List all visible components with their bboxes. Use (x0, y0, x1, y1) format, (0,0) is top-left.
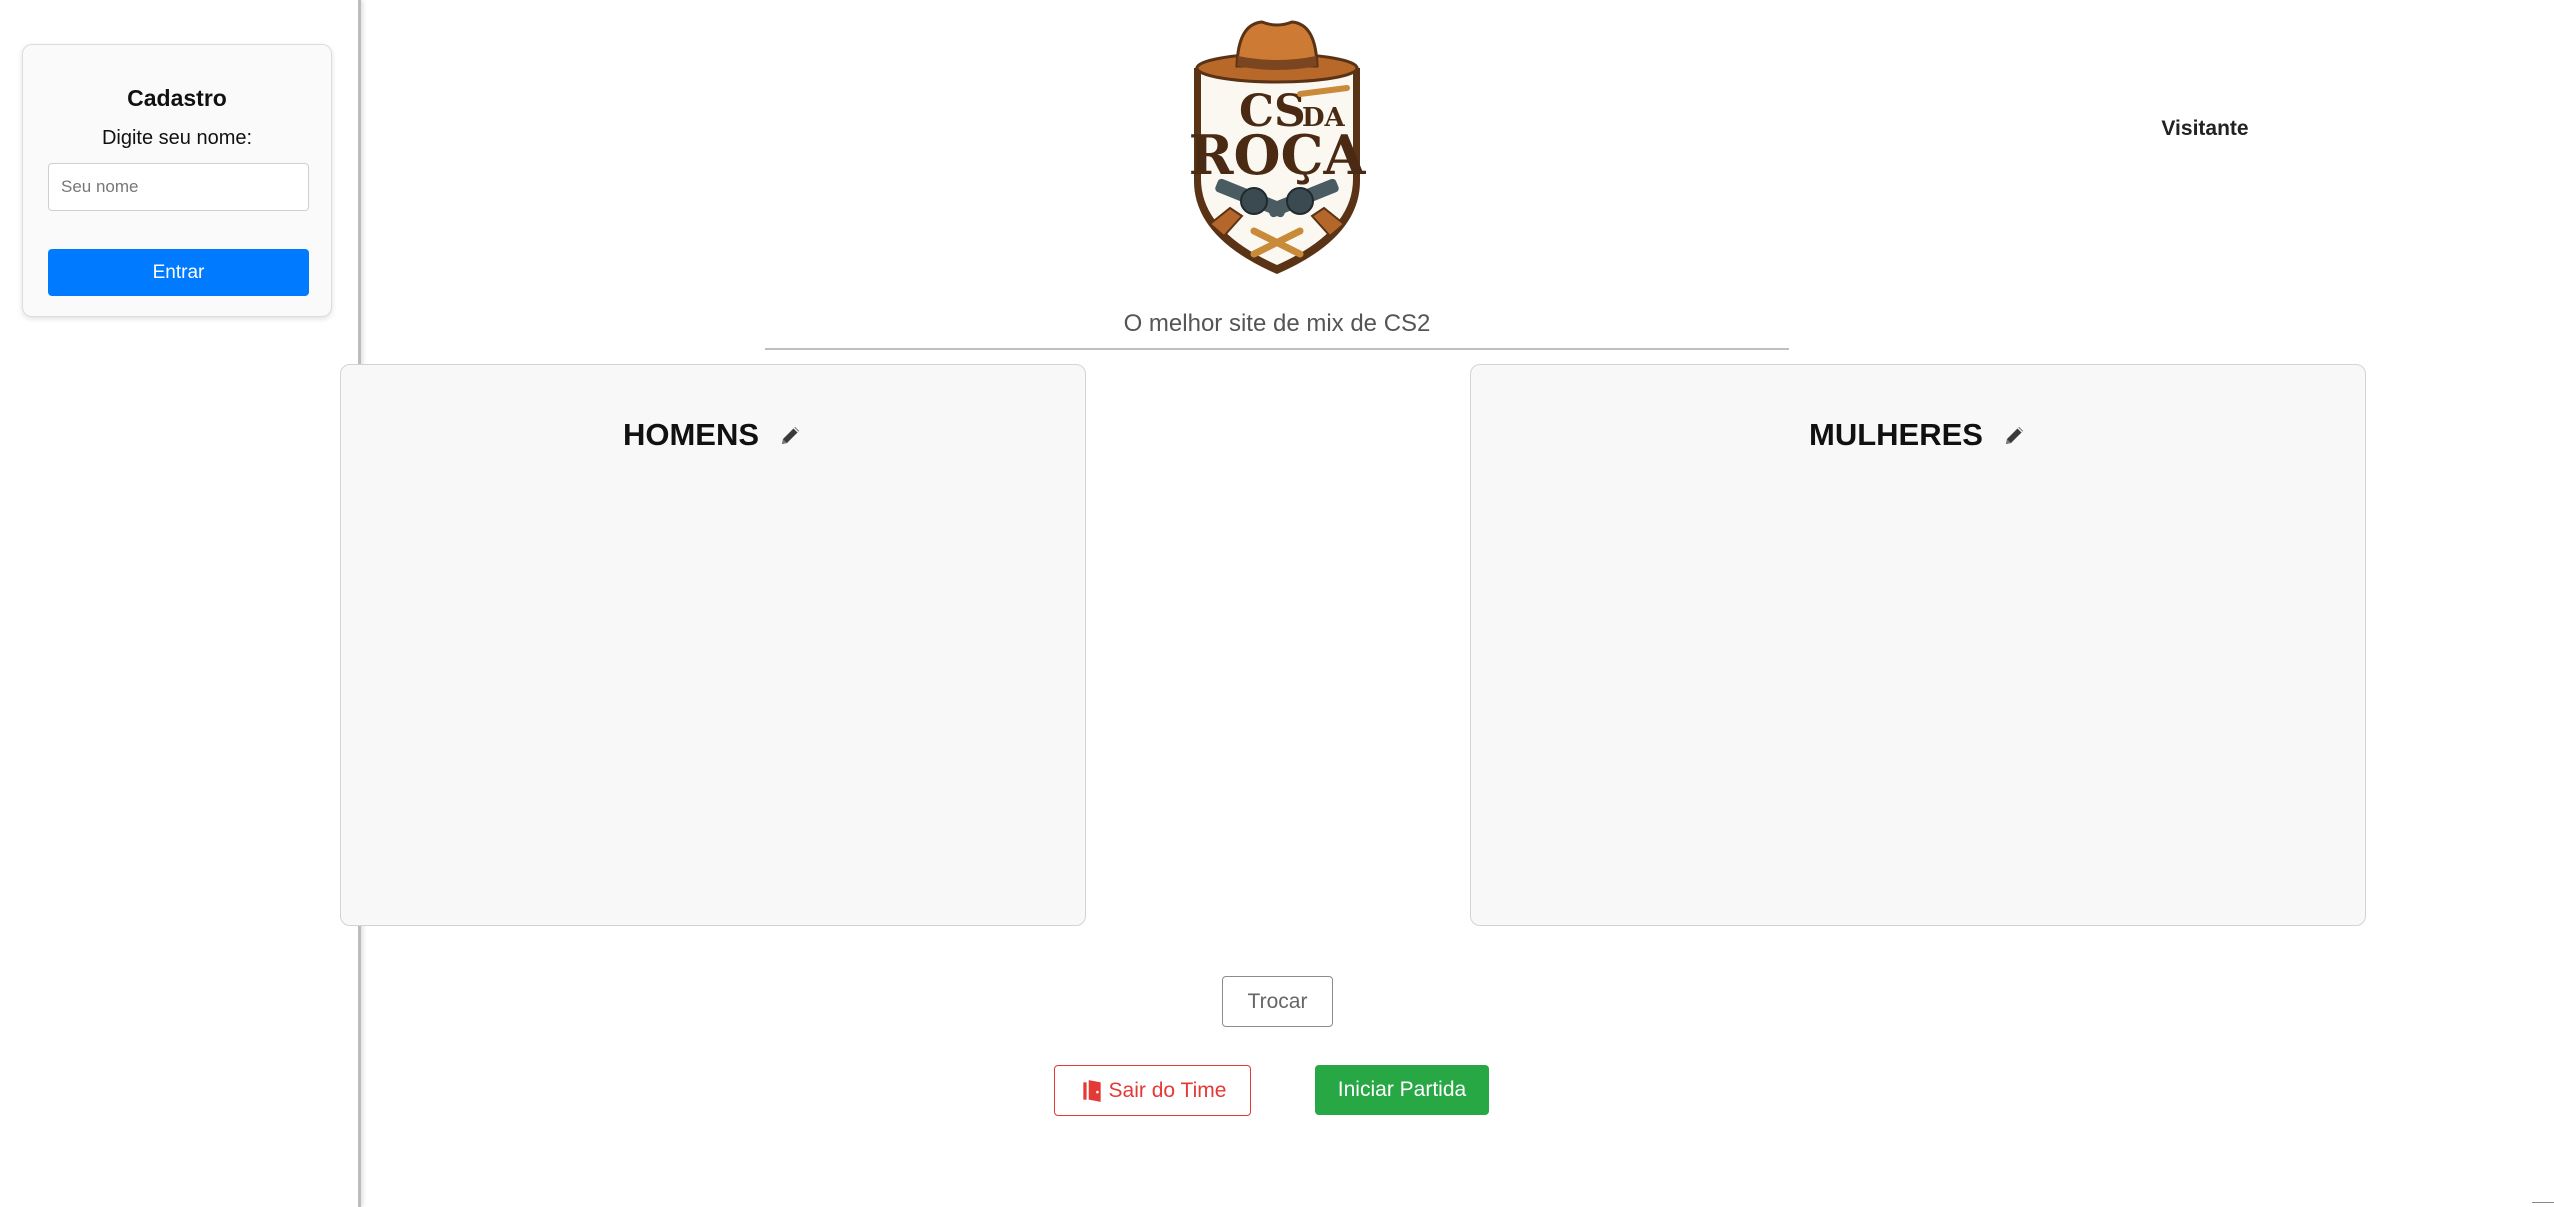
team-header-women: MULHERES (1471, 417, 2365, 453)
sidebar: Cadastro Digite seu nome: Entrar (0, 0, 361, 1207)
resize-grip (2532, 1202, 2554, 1207)
team-title-women: MULHERES (1809, 417, 1983, 452)
login-title: Cadastro (127, 85, 227, 111)
cs-da-roca-logo: CS DA ROÇA (1189, 20, 1367, 274)
team-panel-men: HOMENS (340, 364, 1086, 926)
svg-text:ROÇA: ROÇA (1189, 123, 1367, 187)
pencil-icon[interactable] (2003, 423, 2027, 447)
user-name: Visitante (2161, 117, 2249, 140)
name-input[interactable] (48, 163, 309, 211)
enter-button[interactable]: Entrar (48, 249, 309, 296)
tagline: O melhor site de mix de CS2 (1123, 310, 1431, 337)
team-title-men: HOMENS (622, 417, 760, 452)
start-match-button[interactable]: Iniciar Partida (1315, 1065, 1489, 1115)
leave-team-label: Sair do Time (1108, 1078, 1227, 1102)
login-card: Cadastro Digite seu nome: Entrar (22, 44, 332, 317)
divider (765, 348, 1789, 350)
leave-team-button[interactable]: Sair do Time (1054, 1065, 1251, 1116)
door-exit-icon (1082, 1079, 1101, 1102)
pencil-icon[interactable] (779, 423, 803, 447)
swap-button[interactable]: Trocar (1222, 976, 1333, 1027)
team-panel-women: MULHERES (1470, 364, 2366, 926)
page: Cadastro Digite seu nome: Entrar CS DA R… (0, 0, 2554, 1207)
name-label: Digite seu nome: (101, 127, 253, 149)
team-header-men: HOMENS (341, 417, 1085, 453)
